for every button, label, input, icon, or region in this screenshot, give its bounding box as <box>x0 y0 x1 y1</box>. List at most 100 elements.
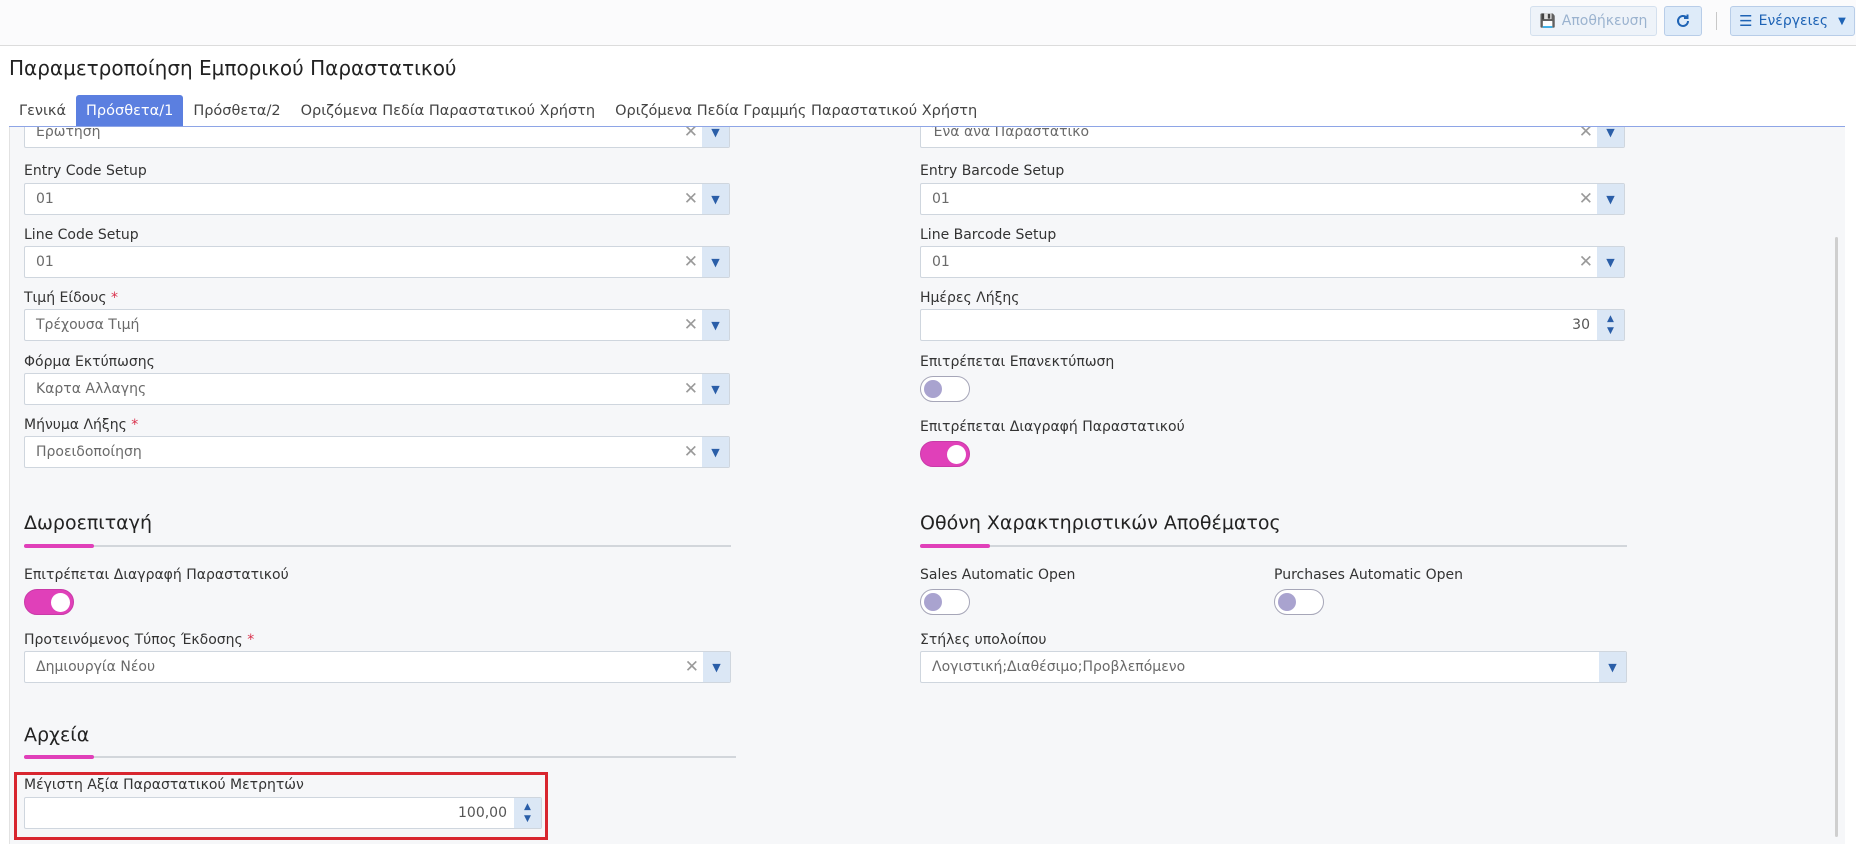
number-spinner[interactable]: ▲ ▼ <box>1597 310 1624 340</box>
dropdown-icon[interactable]: ▼ <box>1599 652 1626 682</box>
issue-type-label-text: Προτεινόμενος Τύπος Έκδοσης <box>24 632 243 648</box>
select-value: Προειδοποίηση <box>36 444 142 460</box>
clear-icon[interactable]: ✕ <box>684 189 698 209</box>
gift-section-title: Δωροεπιταγή <box>24 512 152 534</box>
issue-type-select[interactable]: Δημιουργία Νέου ✕ ▼ <box>24 651 731 683</box>
dropdown-icon[interactable]: ▼ <box>702 437 729 467</box>
toggle-knob <box>1278 593 1296 611</box>
issue-type-label: Προτεινόμενος Τύπος Έκδοσης * <box>24 632 254 648</box>
print-form-label: Φόρμα Εκτύπωσης <box>24 354 155 370</box>
toggle-knob <box>51 593 70 612</box>
required-marker: * <box>131 417 139 433</box>
allow-delete-toggle[interactable] <box>920 441 970 467</box>
expiry-message-select[interactable]: Προειδοποίηση ✕ ▼ <box>24 436 730 468</box>
toggle-knob <box>924 380 942 398</box>
select-value: Λογιστική;Διαθέσιμο;Προβλεπόμενο <box>932 659 1186 675</box>
entry-code-select[interactable]: 01 ✕ ▼ <box>24 183 730 215</box>
gift-allow-delete-toggle[interactable] <box>24 589 74 615</box>
balance-columns-label: Στήλες υπολοίπου <box>920 632 1047 648</box>
entry-code-label: Entry Code Setup <box>24 163 147 179</box>
entry-barcode-label: Entry Barcode Setup <box>920 163 1065 179</box>
dropdown-icon[interactable]: ▼ <box>1597 247 1624 277</box>
right-top-select[interactable]: Ένα ανά Παραστατικό ✕ ▼ <box>920 127 1625 148</box>
form-panel: Ερώτηση ✕ ▼ Entry Code Setup 01 ✕ ▼ Line… <box>9 127 1845 844</box>
toggle-knob <box>924 593 942 611</box>
price-label-text: Τιμή Είδους <box>24 290 107 306</box>
dropdown-icon[interactable]: ▼ <box>702 374 729 404</box>
dropdown-icon[interactable]: ▼ <box>1597 184 1624 214</box>
clear-icon[interactable]: ✕ <box>684 252 698 272</box>
select-value: Καρτα Αλλαγης <box>36 381 147 397</box>
allow-reprint-toggle[interactable] <box>920 376 970 402</box>
line-barcode-select[interactable]: 01 ✕ ▼ <box>920 246 1625 278</box>
tab-user-line-fields[interactable]: Οριζόμενα Πεδία Γραμμής Παραστατικού Χρή… <box>605 95 987 127</box>
save-button[interactable]: 💾 Αποθήκευση <box>1530 6 1657 36</box>
select-value: Δημιουργία Νέου <box>36 659 156 675</box>
floppy-disk-icon: 💾 <box>1539 13 1556 29</box>
page-title: Παραμετροποίηση Εμπορικού Παραστατικού <box>9 56 457 80</box>
dropdown-icon[interactable]: ▼ <box>702 184 729 214</box>
tab-general[interactable]: Γενικά <box>9 95 76 127</box>
required-marker: * <box>247 632 255 648</box>
left-top-select[interactable]: Ερώτηση ✕ ▼ <box>24 127 730 148</box>
toolbar-separator <box>1716 12 1717 30</box>
line-barcode-label: Line Barcode Setup <box>920 227 1057 243</box>
spin-up-icon[interactable]: ▲ <box>1607 313 1614 325</box>
scrollbar[interactable] <box>1835 237 1838 837</box>
refresh-button[interactable] <box>1664 6 1702 36</box>
tab-additional-1[interactable]: Πρόσθετα/1 <box>76 95 184 127</box>
price-select[interactable]: Τρέχουσα Τιμή ✕ ▼ <box>24 309 730 341</box>
dropdown-icon[interactable]: ▼ <box>702 310 729 340</box>
expiry-days-label: Ημέρες Λήξης <box>920 290 1020 306</box>
expiry-message-label: Μήνυμα Λήξης * <box>24 417 138 433</box>
hamburger-icon: ☰ <box>1739 12 1753 30</box>
spin-down-icon[interactable]: ▼ <box>1607 325 1614 337</box>
select-value: Ερώτηση <box>36 127 101 140</box>
tab-additional-2[interactable]: Πρόσθετα/2 <box>183 95 290 127</box>
select-value: Τρέχουσα Τιμή <box>36 317 140 333</box>
stock-section-accent <box>920 544 990 548</box>
dropdown-icon[interactable]: ▼ <box>703 652 730 682</box>
dropdown-icon[interactable]: ▼ <box>702 127 729 147</box>
refresh-icon <box>1677 14 1689 27</box>
sales-open-toggle[interactable] <box>920 589 970 615</box>
highlight-box <box>14 772 548 840</box>
required-marker: * <box>111 290 119 306</box>
clear-icon[interactable]: ✕ <box>685 657 699 677</box>
select-value: 01 <box>932 254 950 270</box>
stock-section-title: Οθόνη Χαρακτηριστικών Αποθέματος <box>920 512 1281 534</box>
expiry-message-label-text: Μήνυμα Λήξης <box>24 417 127 433</box>
actions-menu-button[interactable]: ☰ Ενέργειες ▼ <box>1730 6 1855 36</box>
tab-user-document-fields[interactable]: Οριζόμενα Πεδία Παραστατικού Χρήστη <box>291 95 606 127</box>
line-code-select[interactable]: 01 ✕ ▼ <box>24 246 730 278</box>
clear-icon[interactable]: ✕ <box>684 379 698 399</box>
dropdown-icon[interactable]: ▼ <box>1597 127 1624 147</box>
caret-down-icon: ▼ <box>1838 15 1846 27</box>
clear-icon[interactable]: ✕ <box>1579 252 1593 272</box>
gift-section-accent <box>24 544 94 548</box>
top-toolbar: 💾 Αποθήκευση ☰ Ενέργειες ▼ <box>0 0 1856 46</box>
files-section-divider <box>24 756 736 758</box>
gift-section-divider <box>24 545 731 547</box>
expiry-days-input[interactable]: 30 ▲ ▼ <box>920 309 1625 341</box>
actions-label: Ενέργειες <box>1758 13 1829 29</box>
clear-icon[interactable]: ✕ <box>1579 189 1593 209</box>
dropdown-icon[interactable]: ▼ <box>702 247 729 277</box>
print-form-select[interactable]: Καρτα Αλλαγης ✕ ▼ <box>24 373 730 405</box>
toggle-knob <box>947 445 966 464</box>
select-value: 01 <box>36 191 54 207</box>
line-code-label: Line Code Setup <box>24 227 139 243</box>
balance-columns-select[interactable]: Λογιστική;Διαθέσιμο;Προβλεπόμενο ▼ <box>920 651 1627 683</box>
purchases-open-label: Purchases Automatic Open <box>1274 567 1463 583</box>
clear-icon[interactable]: ✕ <box>684 127 698 142</box>
tab-bar: Γενικά Πρόσθετα/1 Πρόσθετα/2 Οριζόμενα Π… <box>9 95 987 127</box>
select-value: 01 <box>36 254 54 270</box>
sales-open-label: Sales Automatic Open <box>920 567 1076 583</box>
entry-barcode-select[interactable]: 01 ✕ ▼ <box>920 183 1625 215</box>
select-value: Ένα ανά Παραστατικό <box>932 127 1090 140</box>
files-section-accent <box>24 755 94 759</box>
clear-icon[interactable]: ✕ <box>684 442 698 462</box>
clear-icon[interactable]: ✕ <box>684 315 698 335</box>
purchases-open-toggle[interactable] <box>1274 589 1324 615</box>
clear-icon[interactable]: ✕ <box>1579 127 1593 142</box>
